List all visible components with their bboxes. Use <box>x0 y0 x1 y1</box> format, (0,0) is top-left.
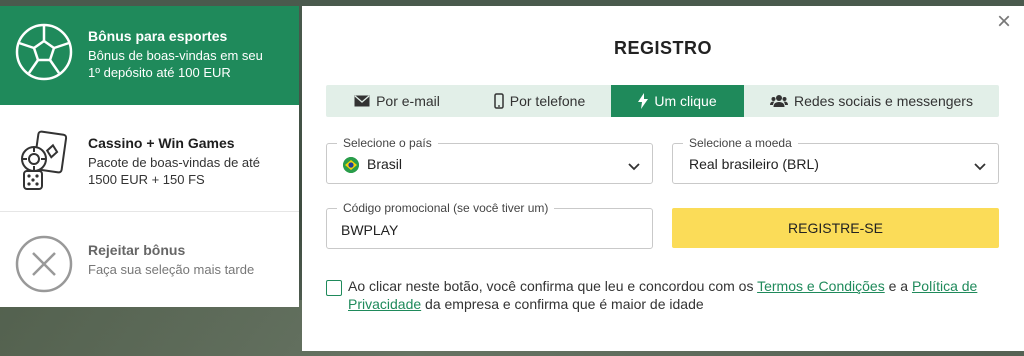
bonus-title: Cassino + Win Games <box>88 135 235 151</box>
chevron-down-icon <box>628 158 640 176</box>
tab-social[interactable]: Redes sociais e messengers <box>744 85 999 117</box>
currency-select-label: Selecione a moeda <box>683 135 798 151</box>
brazil-flag-icon <box>343 157 359 173</box>
bonus-title: Bônus para esportes <box>88 28 228 44</box>
promo-code-value: BWPLAY <box>341 222 399 238</box>
country-select[interactable]: Selecione o país Brasil <box>326 135 653 184</box>
tab-label: Por telefone <box>509 93 586 109</box>
bonus-description: Faça sua seleção mais tarde <box>88 262 255 277</box>
country-select-label: Selecione o país <box>337 135 438 151</box>
bonus-description: Pacote de boas-vindas de até 1500 EUR + … <box>88 155 261 187</box>
phone-icon <box>494 93 504 109</box>
tab-label: Um clique <box>654 93 717 109</box>
consent-row: Ao clicar neste botão, você confirma que… <box>326 277 986 313</box>
terms-link[interactable]: Termos e Condições <box>757 278 885 294</box>
tab-label: Redes sociais e messengers <box>794 93 973 109</box>
lightning-icon <box>638 93 649 109</box>
tab-email[interactable]: Por e-mail <box>326 85 468 117</box>
bonus-description: Bônus de boas-vindas em seu 1º depósito … <box>88 48 263 80</box>
promo-code-field[interactable]: Código promocional (se você tiver um) BW… <box>326 200 653 249</box>
modal-title: REGISTRO <box>613 38 712 58</box>
chevron-down-icon <box>974 158 986 176</box>
envelope-icon <box>354 95 370 107</box>
currency-value: Real brasileiro (BRL) <box>689 156 819 172</box>
registration-modal: × REGISTRO Por e-mail Por telefone Um cl… <box>302 6 1024 351</box>
tab-phone[interactable]: Por telefone <box>468 85 611 117</box>
bonus-option-casino[interactable]: Cassino + Win Games Pacote de boas-vinda… <box>0 112 299 210</box>
register-button[interactable]: REGISTRE-SE <box>672 208 999 248</box>
bonus-panel: Bônus para esportes Bônus de boas-vindas… <box>0 6 299 307</box>
bonus-title: Rejeitar bônus <box>88 242 186 258</box>
consent-text: Ao clicar neste botão, você confirma que… <box>348 278 978 312</box>
registration-tabs: Por e-mail Por telefone Um clique Redes … <box>326 85 999 117</box>
casino-cards-dice-icon <box>0 129 88 193</box>
currency-select[interactable]: Selecione a moeda Real brasileiro (BRL) <box>672 135 999 184</box>
bonus-option-sports[interactable]: Bônus para esportes Bônus de boas-vindas… <box>0 6 299 105</box>
consent-checkbox[interactable] <box>326 280 342 296</box>
reject-x-icon <box>0 234 88 294</box>
close-icon[interactable]: × <box>994 10 1014 34</box>
promo-code-label: Código promocional (se você tiver um) <box>337 200 555 216</box>
tab-label: Por e-mail <box>376 93 440 109</box>
tab-one-click[interactable]: Um clique <box>611 85 744 117</box>
bonus-option-reject[interactable]: Rejeitar bônus Faça sua seleção mais tar… <box>0 212 299 307</box>
soccer-ball-icon <box>0 22 88 82</box>
country-value: Brasil <box>367 156 403 172</box>
users-icon <box>770 94 788 108</box>
